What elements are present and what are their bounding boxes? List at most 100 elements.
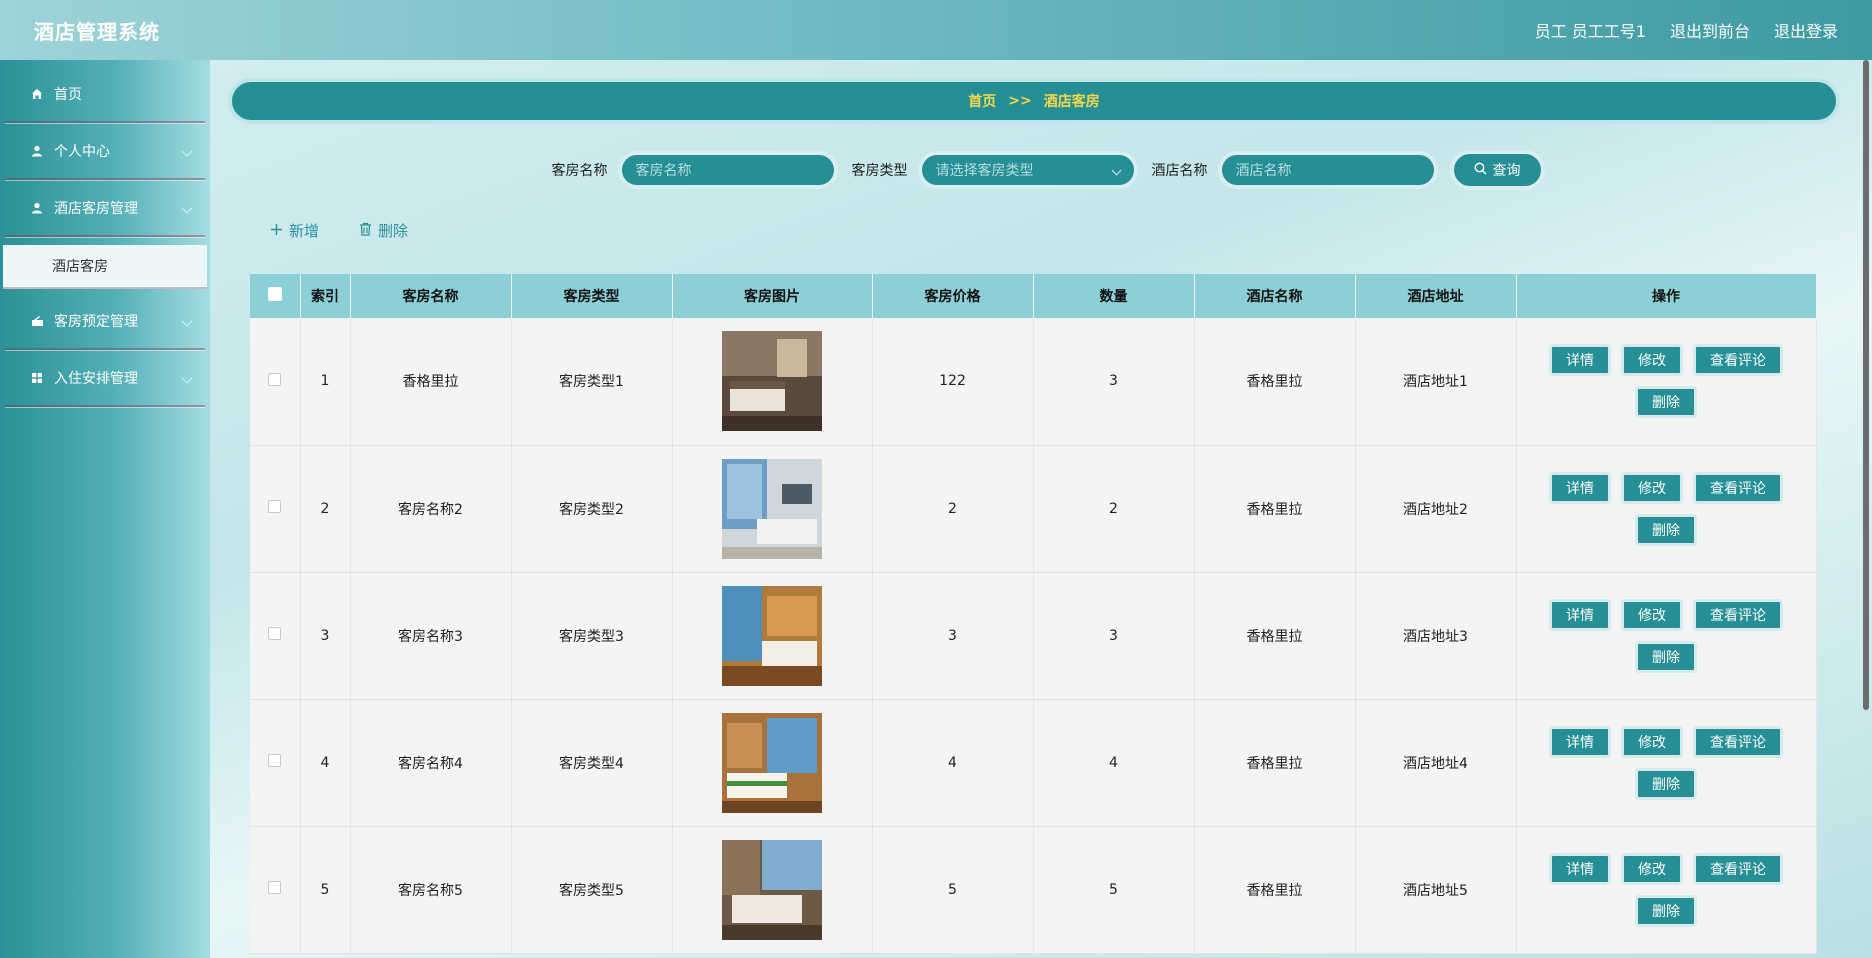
add-button-label: 新增 [289, 222, 320, 240]
quantity-cell: 5 [1033, 826, 1195, 954]
column-header: 索引 [300, 274, 351, 318]
table-header-row: 索引 客房名称 客房类型 客房图片 客房价格 数量 酒店名称 酒店地址 操作 [250, 274, 1817, 318]
breadcrumb-home[interactable]: 首页 [968, 91, 996, 111]
edit-button[interactable]: 修改 [1621, 852, 1683, 885]
hotel-name-input[interactable]: 酒店名称 [1217, 151, 1438, 189]
chevron-down-icon [1111, 165, 1121, 176]
delete-button[interactable]: 删除 [1635, 513, 1697, 546]
price-cell: 2 [872, 445, 1034, 573]
row-checkbox[interactable] [268, 754, 282, 767]
sidebar-item-booking-management[interactable]: 客房预定管理 [5, 293, 205, 350]
hotel-name-cell: 香格里拉 [1194, 699, 1356, 827]
row-checkbox[interactable] [268, 881, 282, 894]
column-header: 数量 [1033, 274, 1195, 318]
logout-link[interactable]: 退出登录 [1774, 18, 1838, 42]
detail-button[interactable]: 详情 [1549, 852, 1611, 885]
room-name-cell: 客房名称5 [350, 826, 512, 954]
select-all-checkbox[interactable] [267, 287, 282, 301]
chevron-down-icon [181, 201, 193, 214]
add-button[interactable]: 新增 [270, 220, 319, 241]
view-comments-button[interactable]: 查看评论 [1693, 725, 1783, 758]
view-comments-button[interactable]: 查看评论 [1693, 471, 1783, 504]
room-name-cell: 客房名称3 [350, 572, 512, 700]
view-comments-button[interactable]: 查看评论 [1693, 598, 1783, 631]
room-type-cell: 客房类型5 [511, 826, 673, 954]
header-actions: 员工 员工工号1 退出到前台 退出登录 [1535, 18, 1838, 42]
room-type-label: 客房类型 [851, 163, 908, 179]
room-type-cell: 客房类型4 [511, 699, 673, 827]
room-type-cell: 客房类型3 [511, 572, 673, 700]
room-image[interactable] [722, 585, 822, 686]
row-operations: 详情 修改 查看评论 删除 [1546, 344, 1786, 419]
delete-button[interactable]: 删除 [1635, 640, 1697, 673]
batch-delete-button[interactable]: 删除 [359, 220, 408, 241]
room-name-cell: 客房名称4 [350, 699, 512, 827]
room-image[interactable] [722, 712, 822, 813]
edit-button[interactable]: 修改 [1621, 471, 1683, 504]
edit-button[interactable]: 修改 [1621, 344, 1683, 377]
table-row: 5 客房名称5 客房类型5 5 5 香格里拉 酒店地址5 详情 修改 查看评论 … [250, 826, 1817, 954]
room-name-cell: 客房名称2 [350, 445, 512, 573]
search-bar: 客房名称 客房名称 客房类型 请选择客房类型 酒店名称 酒店名称 查询 [0, 150, 1872, 190]
price-cell: 5 [872, 826, 1034, 954]
row-checkbox[interactable] [268, 500, 282, 513]
row-operations: 详情 修改 查看评论 删除 [1546, 725, 1786, 800]
plus-icon [270, 222, 283, 240]
price-cell: 122 [872, 318, 1034, 446]
delete-button[interactable]: 删除 [1635, 386, 1697, 419]
sidebar-subitem-hotel-rooms[interactable]: 酒店客房 [3, 245, 207, 289]
breadcrumb-separator: >> [1008, 93, 1032, 109]
edit-button[interactable]: 修改 [1621, 598, 1683, 631]
hotel-name-cell: 香格里拉 [1194, 445, 1356, 573]
user-icon [30, 201, 44, 215]
query-button[interactable]: 查询 [1449, 150, 1545, 190]
back-to-front-link[interactable]: 退出到前台 [1670, 18, 1750, 42]
room-image[interactable] [722, 331, 822, 432]
sidebar-item-checkin-management[interactable]: 入住安排管理 [5, 350, 205, 407]
breadcrumb-current: 酒店客房 [1043, 94, 1100, 110]
price-cell: 4 [872, 699, 1034, 827]
select-all-cell[interactable] [250, 274, 301, 318]
hotel-name-cell: 香格里拉 [1194, 318, 1356, 446]
index-cell: 5 [300, 826, 351, 954]
view-comments-button[interactable]: 查看评论 [1693, 344, 1783, 377]
row-checkbox[interactable] [268, 372, 282, 386]
sidebar-item-home[interactable]: 首页 [5, 66, 205, 123]
detail-button[interactable]: 详情 [1549, 344, 1611, 377]
index-cell: 3 [300, 572, 351, 700]
trash-icon [359, 222, 372, 240]
booking-icon [30, 314, 44, 328]
sidebar-item-label: 客房预定管理 [54, 313, 138, 330]
chevron-down-icon [181, 314, 193, 327]
top-header: 酒店管理系统 员工 员工工号1 退出到前台 退出登录 [0, 0, 1872, 60]
hotel-address-cell: 酒店地址5 [1355, 826, 1517, 954]
search-icon [1474, 162, 1487, 179]
page-scrollbar[interactable] [1862, 60, 1870, 958]
room-name-cell: 香格里拉 [350, 318, 512, 446]
column-header: 客房名称 [350, 274, 512, 318]
room-type-cell: 客房类型2 [511, 445, 673, 573]
batch-delete-label: 删除 [378, 222, 409, 240]
delete-button[interactable]: 删除 [1635, 767, 1697, 800]
room-image[interactable] [722, 458, 822, 559]
sidebar-item-label: 入住安排管理 [54, 370, 138, 387]
delete-button[interactable]: 删除 [1635, 894, 1697, 927]
hotel-address-cell: 酒店地址3 [1355, 572, 1517, 700]
chevron-down-icon [181, 371, 193, 384]
scrollbar-thumb[interactable] [1863, 60, 1869, 710]
detail-button[interactable]: 详情 [1549, 725, 1611, 758]
column-header: 客房价格 [872, 274, 1034, 318]
room-image[interactable] [722, 839, 822, 940]
detail-button[interactable]: 详情 [1549, 598, 1611, 631]
room-name-input[interactable]: 客房名称 [617, 151, 838, 189]
room-type-select[interactable]: 请选择客房类型 [917, 151, 1138, 189]
hotel-address-cell: 酒店地址1 [1355, 318, 1517, 446]
hotel-name-label: 酒店名称 [1151, 163, 1208, 179]
detail-button[interactable]: 详情 [1549, 471, 1611, 504]
user-label[interactable]: 员工 员工工号1 [1535, 18, 1646, 42]
row-checkbox[interactable] [268, 627, 282, 640]
view-comments-button[interactable]: 查看评论 [1693, 852, 1783, 885]
table-row: 4 客房名称4 客房类型4 4 4 香格里拉 酒店地址4 详情 修改 查看评论 … [250, 699, 1817, 827]
edit-button[interactable]: 修改 [1621, 725, 1683, 758]
column-header: 客房图片 [672, 274, 873, 318]
